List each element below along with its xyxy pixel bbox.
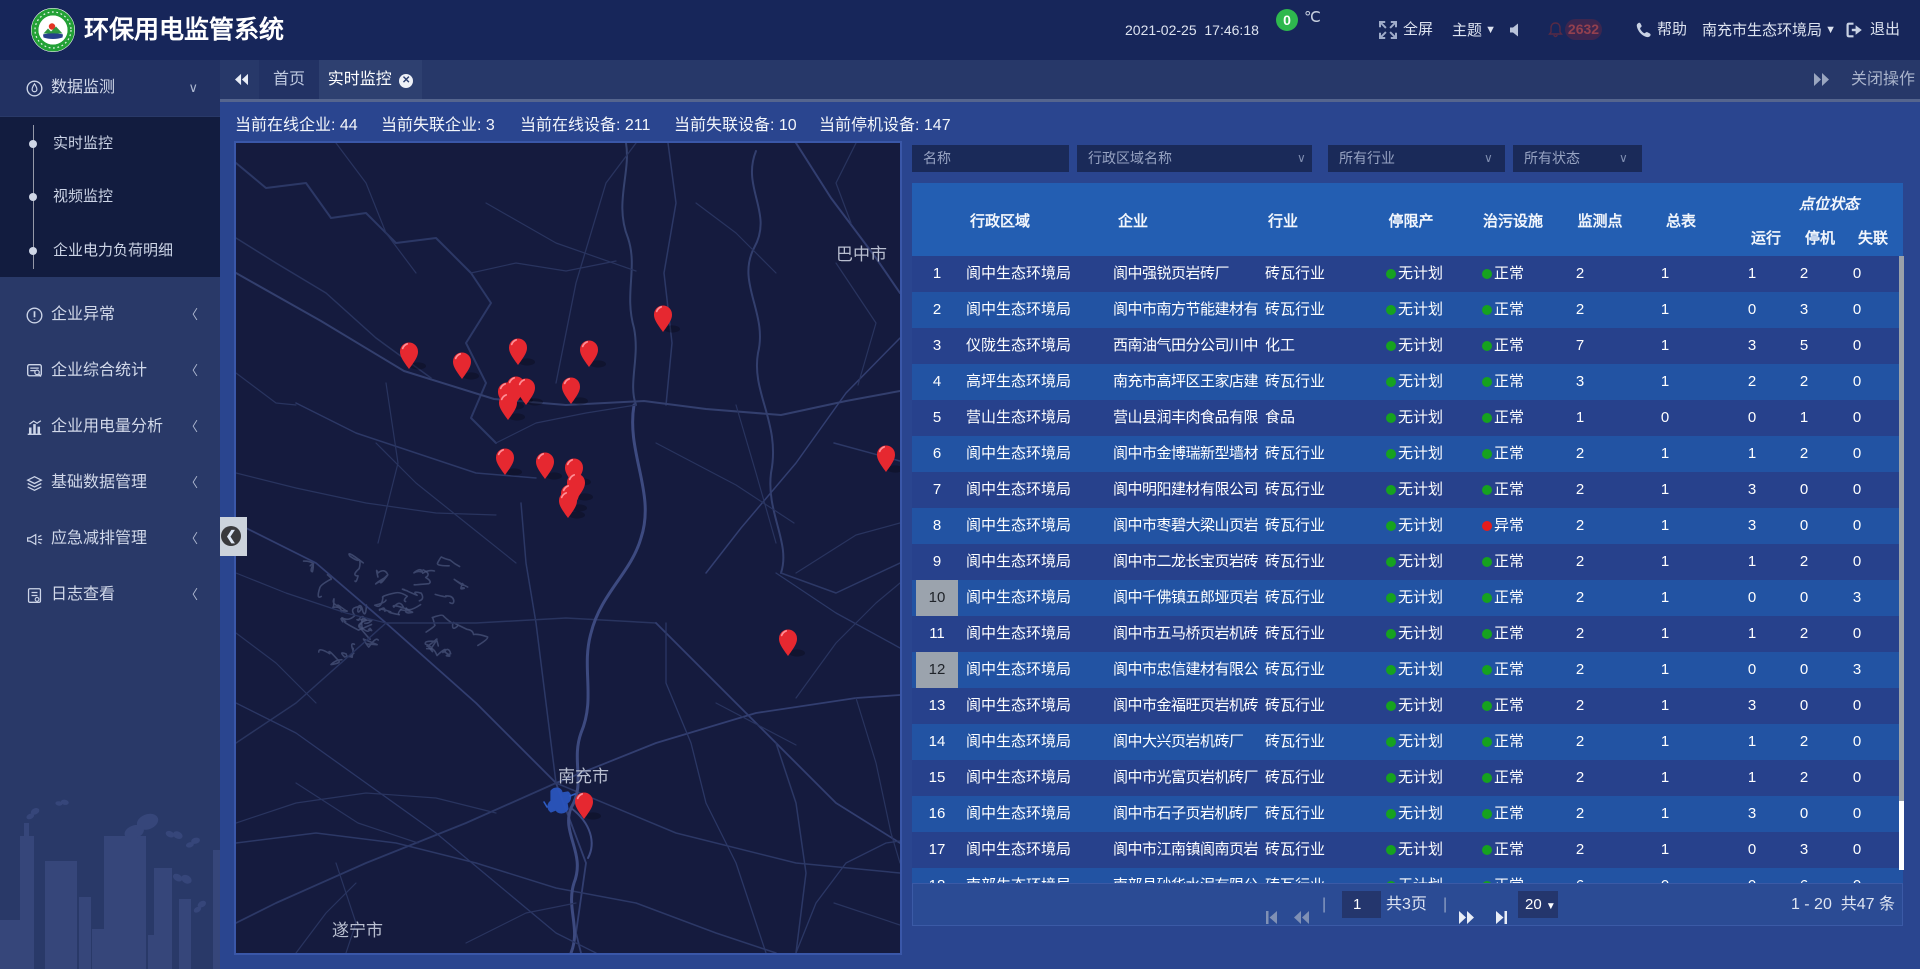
svg-text:遂宁市: 遂宁市 <box>332 921 383 940</box>
svg-text:巴中市: 巴中市 <box>836 245 887 264</box>
svg-text:南充市: 南充市 <box>558 767 609 786</box>
